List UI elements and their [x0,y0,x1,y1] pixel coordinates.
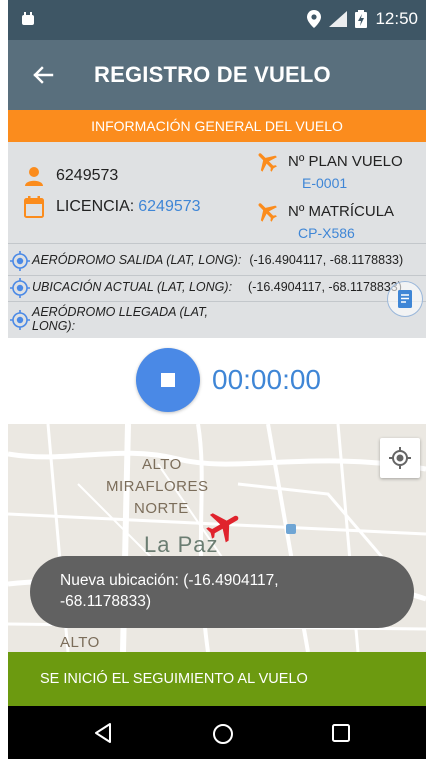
nav-back-icon[interactable] [94,723,112,743]
arrow-left-icon[interactable] [28,60,58,90]
status-time: 12:50 [375,9,418,28]
flight-plan-label-row: Nº PLAN VUELO [254,148,403,174]
location-target-icon [10,251,30,271]
calendar-icon [24,196,44,218]
flight-plan-value: E-0001 [302,175,348,191]
arrival-label-line2: LONG): [32,319,76,333]
system-nav-bar [8,706,426,759]
android-notification-icon [22,12,34,25]
map-label: ALTO [60,634,100,651]
flight-info-panel: 6249573 LICENCIA: 6249573 Nº PLAN VUELO … [8,142,426,338]
airplane-icon [258,153,277,172]
current-location-value: (-16.4904117, -68.1178833) [248,280,402,294]
status-bar: 12:50 [8,0,426,40]
document-icon [398,290,412,308]
status-icons: 12:50 [307,9,418,29]
document-button[interactable] [387,281,423,317]
flight-plan-label: Nº PLAN VUELO [288,152,403,170]
license-label: LICENCIA: [56,198,135,215]
location-pin-icon [307,10,322,28]
user-id-value: 6249573 [56,167,119,184]
divider [8,275,426,276]
toast-line1: Nueva ubicación: (-16.4904117, [60,572,279,589]
user-id-row: 6249573 [24,166,118,186]
map-label: NORTE [134,500,189,517]
map-label: ALTO [142,456,182,473]
registration-value: CP-X586 [298,225,355,241]
tracking-status-bar: SE INICIÓ EL SEGUIMIENTO AL VUELO [8,652,426,706]
registration-label: Nº MATRÍCULA [288,202,395,220]
arrival-label: AERÓDROMO LLEGADA (LAT, LONG): [32,305,208,333]
person-icon [25,167,43,186]
toast-line2: -68.1178833) [60,593,152,610]
my-location-icon [389,447,411,469]
signal-icon [329,11,348,27]
divider [8,301,426,302]
departure-coordinates: AERÓDROMO SALIDA (LAT, LONG): (-16.49041… [10,251,403,271]
flight-timer: 00:00:00 [212,364,321,395]
stop-icon [161,373,175,387]
location-target-icon [10,278,30,298]
current-location-label: UBICACIÓN ACTUAL (LAT, LONG): [32,280,233,294]
phone-screen: 12:50 REGISTRO DE VUELO INFORMACIÓN GENE… [8,0,426,759]
airplane-icon [258,203,277,222]
arrival-coordinates: AERÓDROMO LLEGADA (LAT, LONG): [10,305,208,333]
location-toast: Nueva ubicación: (-16.4904117, -68.11788… [30,556,414,628]
registration-label-row: Nº MATRÍCULA [254,198,394,224]
stop-button[interactable] [136,348,200,412]
battery-icon [355,10,368,28]
map-label: MIRAFLORES [106,478,209,495]
departure-value: (-16.4904117, -68.1178833) [249,253,404,267]
departure-label: AERÓDROMO SALIDA (LAT, LONG): [32,253,242,267]
nav-recent-apps-icon[interactable] [332,724,350,742]
arrival-label-line1: AERÓDROMO LLEGADA (LAT, [32,305,208,319]
airplane-icon [206,513,239,543]
app-bar: REGISTRO DE VUELO [8,40,426,110]
current-coordinates: UBICACIÓN ACTUAL (LAT, LONG): (-16.49041… [10,278,402,298]
page-title: REGISTRO DE VUELO [94,62,331,87]
nav-home-icon[interactable] [212,723,234,745]
my-location-button[interactable] [380,438,420,478]
divider [8,243,426,244]
timer-section: 00:00:00 [8,338,426,424]
license-value: 6249573 [138,198,201,215]
section-header: INFORMACIÓN GENERAL DEL VUELO [8,110,426,142]
license-row: LICENCIA: 6249573 [24,196,201,218]
location-target-icon [10,310,30,330]
